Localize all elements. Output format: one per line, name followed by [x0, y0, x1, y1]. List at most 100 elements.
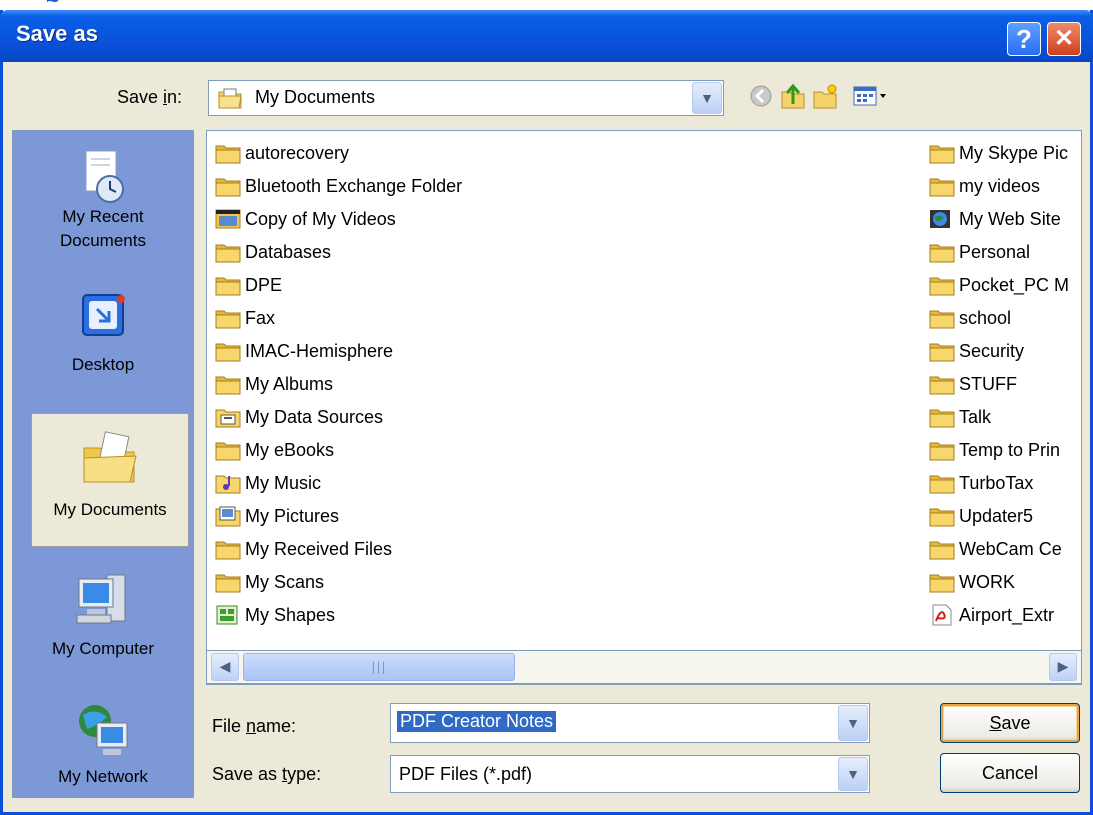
file-name: school: [959, 307, 1012, 328]
chevron-down-icon[interactable]: ▼: [838, 705, 868, 741]
folder-icon: [215, 438, 245, 462]
file-name: Copy of My Videos: [245, 208, 396, 229]
file-name: Talk: [959, 406, 992, 427]
cancel-button[interactable]: Cancel: [940, 753, 1080, 793]
data-folder-icon: [215, 405, 245, 429]
place-label: My Network: [58, 767, 148, 786]
file-name: My Albums: [245, 373, 334, 394]
place-label: My Recent Documents: [60, 207, 146, 250]
folder-icon: [215, 240, 245, 264]
scroll-right-icon[interactable]: ▶: [1049, 653, 1077, 681]
file-list-item[interactable]: Updater5: [929, 502, 1033, 530]
web-folder-icon: [929, 207, 959, 231]
save-as-type-dropdown[interactable]: PDF Files (*.pdf) ▼: [390, 755, 870, 793]
dialog-title: Save as: [16, 21, 98, 46]
file-list-item[interactable]: Airport_Extr: [929, 601, 1054, 629]
file-list-item[interactable]: WORK: [929, 568, 1015, 596]
place-label: My Documents: [53, 500, 167, 519]
place-desktop[interactable]: Desktop: [13, 281, 193, 377]
save-in-dropdown[interactable]: My Documents ▼: [208, 80, 724, 116]
folder-icon: [929, 273, 959, 297]
file-list-item[interactable]: Copy of My Videos: [215, 205, 396, 233]
close-button[interactable]: ✕: [1047, 22, 1081, 56]
my-documents-icon: [32, 414, 188, 486]
place-label: My Computer: [51, 639, 155, 658]
file-name: autorecovery: [245, 142, 350, 163]
file-list-item[interactable]: My Received Files: [215, 535, 392, 563]
help-button[interactable]: ?: [1007, 22, 1041, 56]
file-list-item[interactable]: My Data Sources: [215, 403, 383, 431]
file-name: Security: [959, 340, 1025, 361]
folder-icon: [929, 537, 959, 561]
file-list-item[interactable]: Fax: [215, 304, 275, 332]
file-name: My Web Site: [959, 208, 1061, 229]
video-folder-icon: [215, 207, 245, 231]
file-name: My Data Sources: [245, 406, 384, 427]
place-my-recent-documents[interactable]: My Recent Documents: [13, 141, 193, 253]
file-name: My Pictures: [245, 505, 340, 526]
file-list-item[interactable]: My Albums: [215, 370, 333, 398]
file-name: Updater5: [959, 505, 1034, 526]
background-page-strip: ~: [0, 0, 1093, 10]
up-folder-icon[interactable]: [778, 80, 808, 112]
file-list-item[interactable]: My Shapes: [215, 601, 335, 629]
horizontal-scrollbar[interactable]: ◀ ||| ▶: [206, 650, 1082, 684]
file-name: My Scans: [245, 571, 325, 592]
file-list-item[interactable]: My Scans: [215, 568, 324, 596]
file-list-item[interactable]: Databases: [215, 238, 331, 266]
file-list-item[interactable]: Talk: [929, 403, 991, 431]
file-list-item[interactable]: STUFF: [929, 370, 1017, 398]
file-name: DPE: [245, 274, 283, 295]
file-list-item[interactable]: My Skype Pic: [929, 139, 1068, 167]
folder-icon: [929, 141, 959, 165]
folder-icon: [215, 339, 245, 363]
new-folder-icon[interactable]: [810, 80, 840, 112]
file-name: Bluetooth Exchange Folder: [245, 175, 463, 196]
file-name-field[interactable]: PDF Creator Notes ▼: [390, 703, 870, 743]
file-list-item[interactable]: my videos: [929, 172, 1040, 200]
file-name: STUFF: [959, 373, 1017, 394]
file-name-value: PDF Creator Notes: [397, 711, 557, 732]
file-list-item[interactable]: Temp to Prin: [929, 436, 1060, 464]
file-list-item[interactable]: autorecovery: [215, 139, 349, 167]
place-my-documents[interactable]: My Documents: [31, 413, 189, 547]
file-list-item[interactable]: Pocket_PC M: [929, 271, 1069, 299]
save-button[interactable]: Save: [940, 703, 1080, 743]
file-list-item[interactable]: My eBooks: [215, 436, 334, 464]
file-name: WORK: [959, 571, 1015, 592]
place-my-network[interactable]: My Network: [13, 691, 193, 789]
file-list-item[interactable]: My Web Site: [929, 205, 1061, 233]
file-list-item[interactable]: Bluetooth Exchange Folder: [215, 172, 462, 200]
recent-documents-icon: [13, 141, 193, 205]
chevron-down-icon[interactable]: ▼: [692, 82, 722, 114]
file-name: Personal: [959, 241, 1031, 262]
desktop-icon: [13, 281, 193, 341]
file-list-item[interactable]: TurboTax: [929, 469, 1033, 497]
chevron-down-icon[interactable]: ▼: [838, 757, 868, 791]
file-name: WebCam Ce: [959, 538, 1062, 559]
folder-icon: [929, 372, 959, 396]
scrollbar-thumb[interactable]: |||: [243, 653, 515, 681]
scroll-left-icon[interactable]: ◀: [211, 653, 239, 681]
folder-icon: [929, 306, 959, 330]
file-name: Airport_Extr: [959, 604, 1055, 625]
file-list-item[interactable]: DPE: [215, 271, 282, 299]
folder-icon: [215, 537, 245, 561]
back-icon[interactable]: [746, 80, 776, 112]
file-list-item[interactable]: Security: [929, 337, 1024, 365]
folder-icon: [929, 339, 959, 363]
file-list[interactable]: autorecovery Bluetooth Exchange Folder Cop…: [206, 130, 1082, 685]
file-list-item[interactable]: My Pictures: [215, 502, 339, 530]
title-bar[interactable]: Save as ? ✕: [0, 10, 1093, 62]
file-list-item[interactable]: My Music: [215, 469, 321, 497]
folder-icon: [929, 405, 959, 429]
place-my-computer[interactable]: My Computer: [13, 559, 193, 661]
views-menu-icon[interactable]: [850, 80, 890, 112]
file-list-item[interactable]: school: [929, 304, 1011, 332]
file-list-item[interactable]: IMAC-Hemisphere: [215, 337, 393, 365]
folder-icon: [215, 273, 245, 297]
places-bar: My Recent Documents Desktop My Documents…: [12, 130, 194, 798]
file-list-item[interactable]: WebCam Ce: [929, 535, 1062, 563]
file-name: my videos: [959, 175, 1041, 196]
file-list-item[interactable]: Personal: [929, 238, 1030, 266]
